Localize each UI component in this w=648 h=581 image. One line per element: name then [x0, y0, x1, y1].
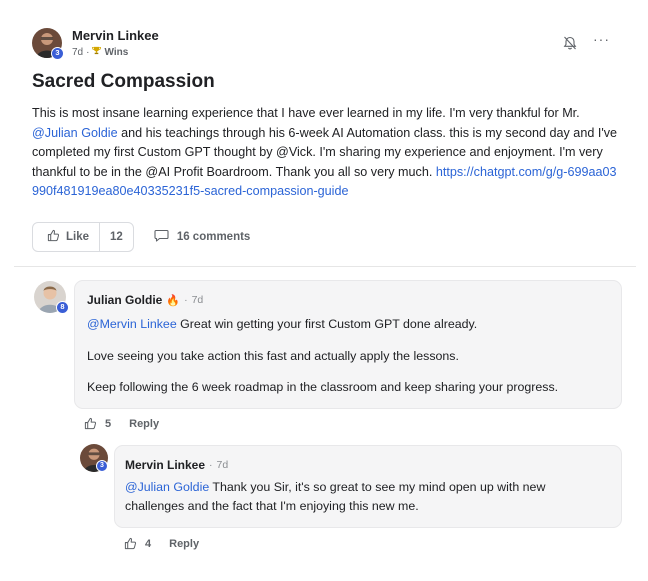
comment-card: Julian Goldie 🔥 · 7d @Mervin Linkee Grea… [74, 280, 622, 409]
comment-text: Great win getting your first Custom GPT … [176, 317, 478, 331]
comment-reactions: 5 Reply [84, 417, 159, 430]
trophy-icon [92, 46, 102, 58]
post-action-bar: Like 12 16 comments [32, 222, 250, 252]
comments-button[interactable]: 16 comments [154, 229, 251, 245]
reply-button[interactable]: Reply [129, 418, 159, 430]
reply-like-count: 4 [145, 537, 152, 550]
post-category[interactable]: Wins [104, 47, 128, 58]
more-options-icon[interactable]: ··· [593, 31, 610, 47]
reply-reactions: 4 Reply [124, 537, 199, 550]
post-header: 3 Mervin Linkee 7d · Wins ··· [32, 28, 622, 62]
thumbs-up-icon [47, 229, 60, 245]
post-body: This is most insane learning experience … [32, 104, 622, 202]
comment-time: 7d [191, 294, 204, 306]
post-time: 7d [72, 46, 84, 58]
comment-bubble-icon [154, 229, 169, 245]
fire-icon: 🔥 [166, 294, 181, 307]
thumbs-up-icon[interactable] [84, 417, 97, 430]
like-label: Like [66, 231, 90, 243]
reply-separator: · [209, 459, 213, 471]
author-name[interactable]: Mervin Linkee [72, 28, 159, 43]
post-body-text: This is most insane learning experience … [32, 106, 580, 120]
mention-link[interactable]: @Julian Goldie [125, 480, 209, 494]
mention-link[interactable]: @Mervin Linkee [87, 317, 177, 331]
reply-header: Mervin Linkee · 7d [125, 458, 228, 472]
like-button-group: Like 12 [32, 222, 134, 252]
reply-button[interactable]: Reply [169, 538, 199, 550]
reply-author-name[interactable]: Mervin Linkee [125, 458, 205, 472]
author-level-badge: 3 [51, 47, 64, 60]
reply-body: @Julian Goldie Thank you Sir, it's so gr… [125, 478, 575, 516]
notification-bell-off-icon[interactable] [562, 35, 578, 51]
reply-author-level-badge: 3 [96, 460, 108, 472]
reply-card: Mervin Linkee · 7d @Julian Goldie Thank … [114, 445, 622, 528]
commenter-level-badge: 8 [56, 301, 69, 314]
post-title: Sacred Compassion [32, 71, 215, 92]
reply-time: 7d [216, 459, 229, 471]
comment-separator: · [184, 294, 188, 306]
comment-header: Julian Goldie 🔥 · 7d [87, 293, 203, 307]
comments-count-label: 16 comments [176, 231, 251, 243]
post-page: 3 Mervin Linkee 7d · Wins ··· Sacred Com… [0, 0, 648, 581]
divider [14, 266, 636, 267]
post-meta: 7d · Wins [72, 46, 128, 58]
comment-line: @Mervin Linkee Great win getting your fi… [87, 315, 612, 333]
comment-line: Love seeing you take action this fast an… [87, 349, 459, 363]
comment-like-count: 5 [105, 417, 112, 430]
mention-link[interactable]: @Julian Goldie [32, 126, 118, 140]
comment-line: Keep following the 6 week roadmap in the… [87, 380, 559, 394]
like-count[interactable]: 12 [100, 231, 133, 243]
commenter-name[interactable]: Julian Goldie [87, 293, 162, 307]
like-button[interactable]: Like [33, 223, 101, 251]
thumbs-up-icon[interactable] [124, 537, 137, 550]
meta-separator: · [86, 46, 90, 58]
